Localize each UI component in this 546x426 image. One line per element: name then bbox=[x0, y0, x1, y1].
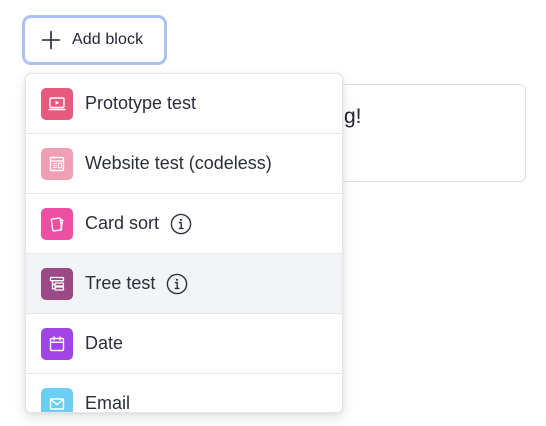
info-icon[interactable] bbox=[166, 273, 188, 295]
menu-item-card-sort[interactable]: Card sort bbox=[26, 194, 342, 254]
menu-item-tree-test[interactable]: Tree test bbox=[26, 254, 342, 314]
menu-item-website-test[interactable]: Website test (codeless) bbox=[26, 134, 342, 194]
page: Add block g! Prototype test Website test… bbox=[0, 0, 546, 426]
menu-item-label: Prototype test bbox=[85, 93, 197, 113]
menu-item-email[interactable]: Email bbox=[26, 374, 342, 413]
menu-item-date[interactable]: Date bbox=[26, 314, 342, 374]
add-block-button[interactable]: Add block bbox=[22, 15, 167, 65]
plus-icon bbox=[41, 30, 61, 50]
info-icon[interactable] bbox=[170, 213, 192, 235]
menu-item-label: Card sort bbox=[85, 213, 160, 233]
menu-item-prototype-test[interactable]: Prototype test bbox=[26, 74, 342, 134]
add-block-menu: Prototype test Website test (codeless) C… bbox=[25, 73, 343, 413]
prototype-icon bbox=[41, 87, 73, 120]
menu-item-label: Date bbox=[85, 333, 124, 353]
calendar-icon bbox=[41, 327, 73, 360]
mail-icon bbox=[41, 387, 73, 412]
menu-item-label: Tree test bbox=[85, 273, 156, 293]
website-icon bbox=[41, 147, 73, 180]
menu-item-label: Email bbox=[85, 393, 131, 413]
tree-icon bbox=[41, 267, 73, 300]
background-block-text: g! bbox=[344, 105, 362, 128]
cards-icon bbox=[41, 207, 73, 240]
menu-item-label: Website test (codeless) bbox=[85, 153, 272, 173]
add-block-label: Add block bbox=[72, 31, 144, 48]
